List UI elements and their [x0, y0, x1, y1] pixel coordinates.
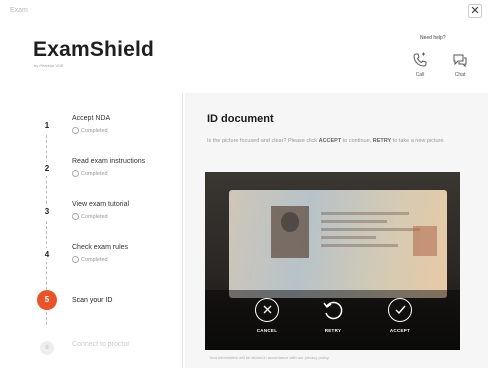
step-scan-id: 5 Scan your ID — [34, 290, 179, 329]
step-title: Connect to proctor — [72, 341, 130, 348]
instruction-mid: to continue, — [341, 138, 373, 144]
instruction-post: to take a new picture. — [391, 138, 445, 144]
step-status-text: Completed — [81, 127, 108, 134]
accept-button[interactable]: ACCEPT — [375, 298, 425, 333]
chat-icon — [453, 54, 467, 68]
exam-window: Exam ✕ ExamShield by Pearson VUE Need he… — [0, 0, 490, 368]
id-portrait — [271, 206, 309, 258]
check-circle-icon — [72, 256, 79, 263]
step-read-instructions: 2 Read exam instructions Completed — [34, 158, 179, 194]
check-circle-icon — [72, 213, 79, 220]
instruction-retry: RETRY — [372, 138, 392, 144]
step-status: Completed — [72, 170, 108, 177]
step-status-text: Completed — [81, 170, 108, 177]
step-status: Completed — [72, 213, 108, 220]
app-header: ExamShield by Pearson VUE Need help? Cal… — [0, 20, 490, 92]
retry-label: RETRY — [324, 328, 342, 333]
step-number-active: 5 — [37, 290, 57, 310]
close-icon[interactable]: ✕ — [468, 4, 482, 18]
step-title: Accept NDA — [72, 115, 111, 122]
step-accept-nda: 1 Accept NDA Completed — [34, 115, 179, 151]
chat-label: Chat — [454, 72, 466, 78]
steps-sidebar: 1 Accept NDA Completed 2 Read exam instr… — [22, 93, 183, 368]
check-icon — [388, 298, 412, 322]
check-circle-icon — [72, 170, 79, 177]
step-check-rules: 4 Check exam rules Completed — [34, 244, 179, 280]
accept-label: ACCEPT — [389, 328, 411, 333]
step-status: Completed — [72, 256, 108, 263]
chat-button[interactable]: Chat — [448, 52, 472, 78]
cancel-label: CANCEL — [256, 328, 278, 333]
step-number: 3 — [40, 205, 54, 219]
camera-preview: CANCEL RETRY ACCEPT — [205, 172, 460, 350]
privacy-footnote: Your information will be stored in accor… — [209, 355, 330, 360]
page-title: ID document — [207, 113, 274, 125]
call-button[interactable]: Call — [408, 52, 432, 78]
step-number: 6 — [40, 341, 54, 355]
cancel-button[interactable]: CANCEL — [242, 298, 292, 333]
step-title: View exam tutorial — [72, 201, 130, 208]
step-title: Check exam rules — [72, 244, 129, 251]
window-title: Exam — [10, 7, 28, 14]
step-title: Read exam instructions — [72, 158, 146, 165]
step-status-text: Completed — [81, 213, 108, 220]
instruction-text: Is the picture focused and clear? Please… — [207, 137, 479, 145]
main-panel: ID document Is the picture focused and c… — [185, 93, 488, 368]
phone-icon — [413, 52, 427, 67]
check-circle-icon — [72, 127, 79, 134]
step-number: 2 — [40, 162, 54, 176]
step-title: Scan your ID — [72, 297, 113, 304]
instruction-accept: ACCEPT — [318, 138, 342, 144]
step-status: Completed — [72, 127, 108, 134]
brand-logo: ExamShield — [33, 38, 155, 61]
help-label: Need help? — [420, 35, 446, 41]
retry-button[interactable]: RETRY — [308, 298, 358, 333]
cancel-icon — [255, 298, 279, 322]
step-number: 4 — [40, 248, 54, 262]
call-label: Call — [415, 72, 425, 78]
step-status-text: Completed — [81, 256, 108, 263]
title-bar: Exam ✕ — [0, 0, 490, 20]
instruction-pre: Is the picture focused and clear? Please… — [207, 138, 319, 144]
content-area: 1 Accept NDA Completed 2 Read exam instr… — [22, 93, 488, 368]
step-number: 1 — [40, 119, 54, 133]
id-secondary-photo — [413, 226, 437, 256]
retry-icon — [321, 298, 345, 322]
step-view-tutorial: 3 View exam tutorial Completed — [34, 201, 179, 237]
id-card-image — [229, 190, 447, 298]
brand-subtitle: by Pearson VUE — [34, 63, 64, 68]
